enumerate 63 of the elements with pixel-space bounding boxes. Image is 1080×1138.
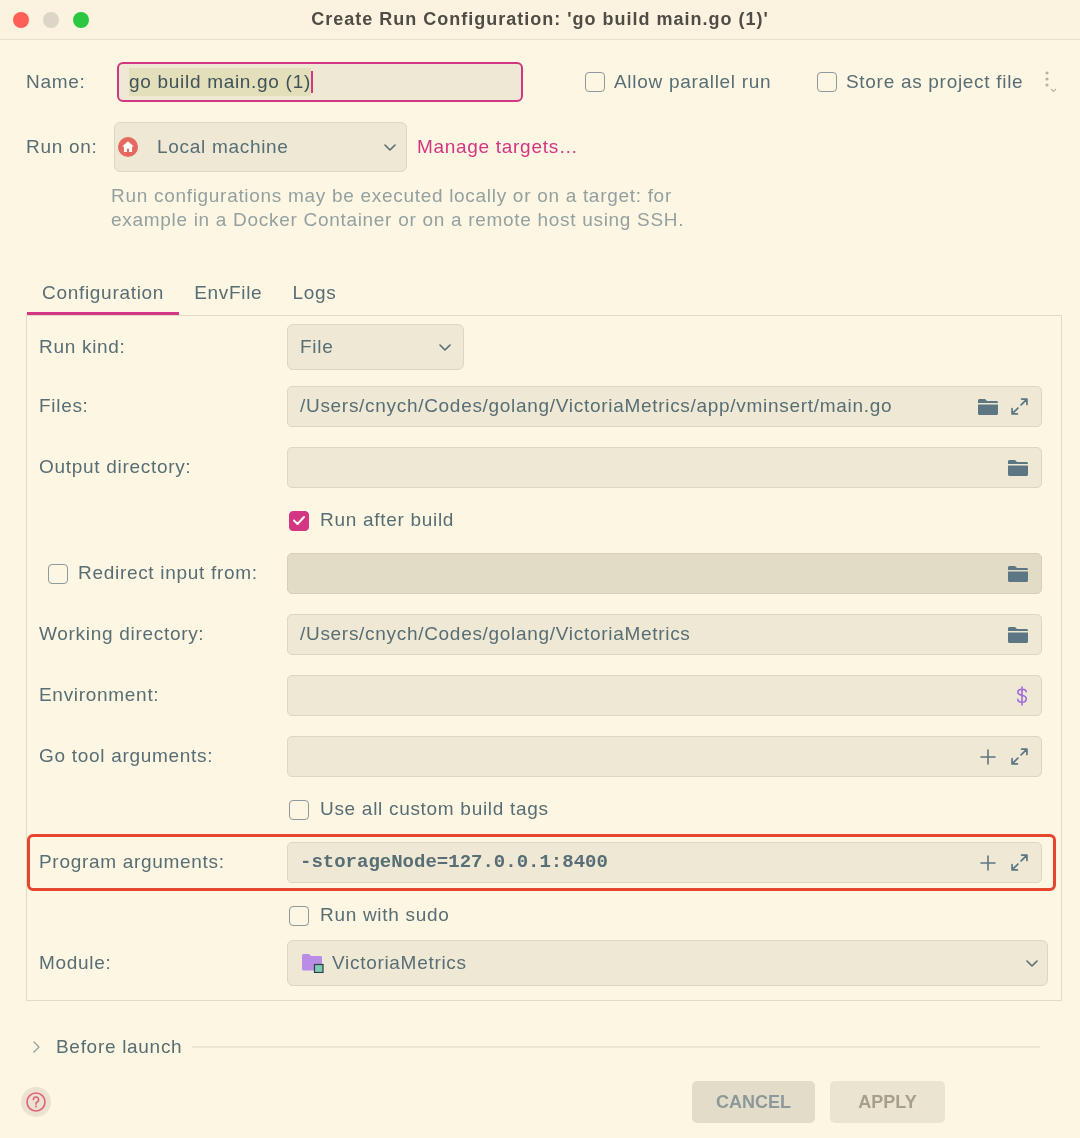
more-options-icon[interactable]	[1044, 71, 1056, 93]
checkbox-label: Redirect input from:	[78, 561, 258, 586]
checkmark-icon	[293, 516, 305, 525]
folder-icon[interactable]	[1008, 459, 1028, 476]
expand-icon[interactable]	[1011, 398, 1028, 415]
folder-icon[interactable]	[1008, 565, 1028, 582]
help-button[interactable]	[21, 1087, 51, 1117]
checkbox[interactable]	[817, 72, 837, 92]
field-label: Run on:	[26, 134, 99, 159]
checkbox[interactable]	[289, 510, 309, 531]
plus-icon[interactable]	[980, 854, 996, 871]
module-folder-icon	[302, 953, 324, 973]
manage-targets-link[interactable]: Manage targets…	[417, 132, 579, 162]
tab[interactable]: Logs	[277, 273, 352, 315]
field-label: Name:	[26, 69, 87, 94]
arguments-field[interactable]: -storageNode=127.0.0.1:8400	[287, 842, 1042, 883]
checkbox-label: Allow parallel run	[614, 69, 772, 94]
path-field[interactable]	[287, 553, 1042, 594]
field-label: Program arguments:	[39, 850, 226, 875]
name-field[interactable]: go build main.go (1)	[117, 62, 523, 102]
chevron-right-icon[interactable]	[33, 1041, 40, 1053]
checkbox-label: Run with sudo	[320, 903, 450, 928]
field-label: Environment:	[39, 683, 161, 708]
checkbox-label: Store as project file	[846, 69, 1024, 94]
section-title[interactable]: Before launch	[56, 1032, 183, 1062]
dollar-icon[interactable]	[1016, 685, 1028, 706]
field-label: Run kind:	[39, 334, 127, 359]
arguments-field[interactable]	[287, 736, 1042, 777]
dropdown[interactable]: VictoriaMetrics	[287, 940, 1048, 986]
checkbox[interactable]	[289, 799, 309, 820]
window-title: Create Run Configuration: 'go build main.go (1)'	[311, 8, 769, 31]
checkbox[interactable]	[585, 72, 605, 92]
field-label: Module:	[39, 950, 113, 975]
expand-icon[interactable]	[1011, 854, 1028, 871]
field-label: Output directory:	[39, 455, 193, 480]
expand-icon[interactable]	[1011, 748, 1028, 765]
checkbox[interactable]	[48, 563, 68, 584]
home-icon	[118, 137, 138, 157]
target-dropdown[interactable]: Local machine	[114, 122, 407, 172]
text-cursor	[310, 71, 313, 93]
field-label: Working directory:	[39, 622, 206, 647]
hint-text: Run configurations may be executed locally or on a target: for example in a Docker Container or on a remote host using SSH.	[111, 184, 686, 232]
field-label: Go tool arguments:	[39, 744, 215, 769]
path-field[interactable]	[287, 447, 1042, 488]
path-field[interactable]: /Users/cnych/Codes/golang/VictoriaMetrics	[287, 614, 1042, 655]
dropdown[interactable]: File	[287, 324, 464, 370]
path-field[interactable]: /Users/cnych/Codes/golang/VictoriaMetrics/app/vminsert/main.go	[287, 386, 1042, 427]
folder-icon[interactable]	[1008, 626, 1028, 643]
checkbox-label: Run after build	[320, 508, 455, 533]
tab[interactable]: EnvFile	[179, 273, 278, 315]
close-button[interactable]	[13, 11, 29, 28]
field-label: Files:	[39, 394, 90, 419]
checkbox-label: Use all custom build tags	[320, 797, 549, 822]
plus-icon[interactable]	[980, 748, 996, 765]
chevron-down-icon	[1026, 959, 1038, 967]
chevron-down-icon	[439, 343, 451, 351]
environment-field[interactable]	[287, 675, 1042, 716]
chevron-down-icon	[384, 143, 396, 151]
tab[interactable]: Configuration	[27, 273, 180, 315]
folder-icon[interactable]	[978, 398, 998, 415]
help-icon	[26, 1092, 46, 1112]
checkbox[interactable]	[289, 905, 309, 926]
maximize-button[interactable]	[73, 11, 89, 28]
